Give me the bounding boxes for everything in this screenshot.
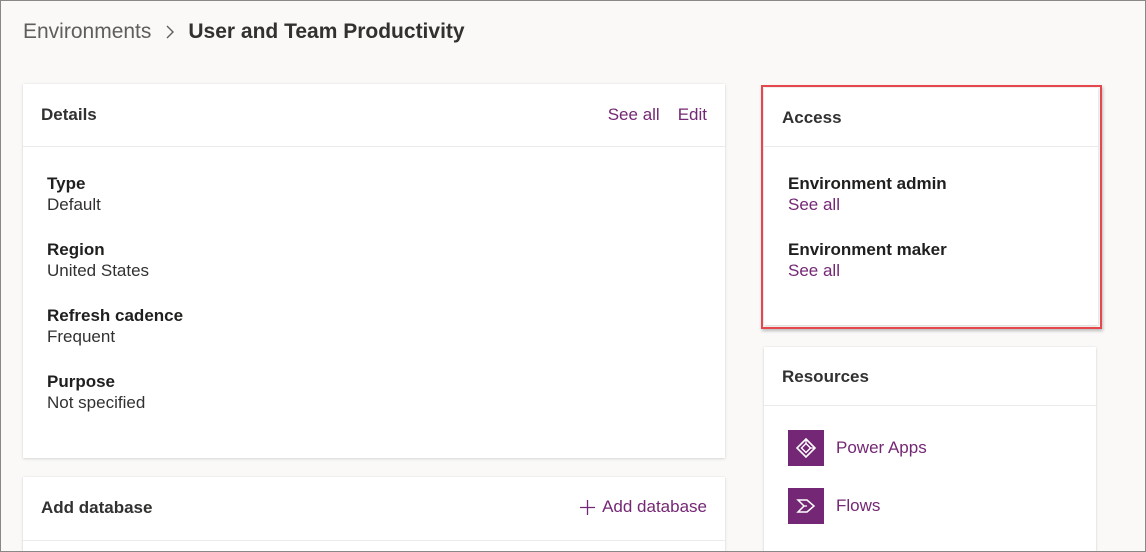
detail-value: United States xyxy=(47,261,150,280)
chevron-right-icon xyxy=(165,24,175,40)
environment-page: Environments User and Team Productivity … xyxy=(0,0,1146,552)
access-title: Access xyxy=(782,108,842,127)
add-database-label: Add database xyxy=(602,497,707,516)
detail-field-region: Region United States xyxy=(47,239,149,281)
access-environment-admin: Environment admin See all xyxy=(788,173,947,216)
detail-value: Default xyxy=(47,195,101,214)
resources-header: Resources xyxy=(764,347,1096,406)
details-actions: See all Edit xyxy=(608,105,707,125)
resource-power-apps[interactable]: Power Apps xyxy=(788,430,927,466)
environment-admin-see-all-link[interactable]: See all xyxy=(788,194,947,216)
resource-flows[interactable]: Flows xyxy=(788,488,880,524)
access-label: Environment maker xyxy=(788,240,947,259)
add-database-card: Add database Add database xyxy=(23,477,725,551)
detail-value: Not specified xyxy=(47,393,146,412)
details-card: Details See all Edit Type Default Region… xyxy=(23,84,725,458)
details-title: Details xyxy=(41,105,97,124)
detail-value: Frequent xyxy=(47,327,116,346)
resources-card: Resources Power Apps Flows xyxy=(764,347,1096,551)
detail-label: Purpose xyxy=(47,372,116,391)
access-label: Environment admin xyxy=(788,174,947,193)
detail-label: Refresh cadence xyxy=(47,306,184,325)
details-edit-link[interactable]: Edit xyxy=(678,105,707,125)
access-header: Access xyxy=(764,88,1098,147)
access-card: Access Environment admin See all Environ… xyxy=(764,88,1098,325)
detail-field-type: Type Default xyxy=(47,173,101,215)
details-see-all-link[interactable]: See all xyxy=(608,105,660,125)
environment-maker-see-all-link[interactable]: See all xyxy=(788,260,947,282)
resource-label: Power Apps xyxy=(836,438,927,457)
detail-label: Region xyxy=(47,240,105,259)
breadcrumb-environments-link[interactable]: Environments xyxy=(23,20,151,44)
page-title: User and Team Productivity xyxy=(188,20,465,43)
resources-title: Resources xyxy=(782,367,869,386)
flows-icon xyxy=(788,488,824,524)
plus-icon xyxy=(580,499,596,515)
detail-label: Type xyxy=(47,174,86,193)
power-apps-icon xyxy=(788,430,824,466)
detail-field-purpose: Purpose Not specified xyxy=(47,371,145,413)
add-database-title: Add database xyxy=(41,498,153,517)
add-database-button[interactable]: Add database xyxy=(579,497,707,517)
add-database-header: Add database Add database xyxy=(23,477,725,541)
details-header: Details See all Edit xyxy=(23,84,725,147)
breadcrumb: Environments User and Team Productivity xyxy=(23,17,465,47)
resource-label: Flows xyxy=(836,496,881,515)
access-environment-maker: Environment maker See all xyxy=(788,239,947,282)
detail-field-refresh-cadence: Refresh cadence Frequent xyxy=(47,305,183,347)
